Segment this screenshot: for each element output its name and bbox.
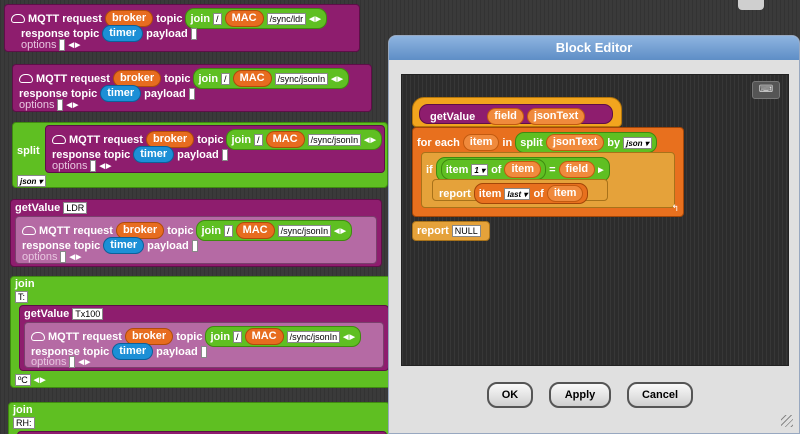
options-slot[interactable] [59, 39, 66, 51]
arrows-icon[interactable]: ◀▶ [34, 376, 47, 384]
prototype-hat-block[interactable]: getValue field jsonText [412, 97, 622, 127]
json-dropdown[interactable]: json ▾ [17, 175, 46, 187]
split-reporter[interactable]: split jsonText by json ▾ [515, 132, 657, 153]
payload-slot[interactable] [190, 27, 197, 40]
mac-var[interactable]: MAC [224, 10, 264, 27]
item-of-reporter[interactable]: item 1 ▾ of item [440, 159, 547, 180]
report-last-block[interactable]: report item last ▾ of item [432, 179, 608, 204]
getvalue-tx100-block[interactable]: getValue Tx100 MQTT request broker topic… [19, 305, 389, 371]
tx100-slot[interactable]: Tx100 [72, 308, 104, 320]
getvalue-prototype[interactable]: getValue field jsonText [419, 104, 613, 125]
arrows-icon[interactable]: ◀▶ [343, 333, 356, 341]
undo-icon[interactable] [738, 0, 764, 10]
jsontext-param[interactable]: jsonText [526, 108, 586, 125]
if-block[interactable]: if item 1 ▾ of item = field ▶ report ite… [421, 152, 675, 208]
mqtt-request-block-5[interactable]: MQTT request broker topic join / MAC /sy… [24, 322, 384, 368]
apply-button[interactable]: Apply [549, 382, 611, 408]
cloud-icon [22, 226, 36, 235]
index-dropdown[interactable]: 1 ▾ [471, 163, 489, 176]
keyboard-icon[interactable]: ⌨ [752, 81, 780, 99]
rh-slot[interactable]: RH: [13, 417, 35, 429]
item-var[interactable]: item [462, 134, 500, 151]
arrows-icon[interactable]: ◀▶ [309, 15, 322, 23]
mqtt-request-block-3[interactable]: MQTT request broker topic join / MAC /sy… [45, 125, 385, 173]
mqtt-request-block-4[interactable]: MQTT request broker topic join / MAC /sy… [15, 216, 377, 264]
item-last-reporter[interactable]: item last ▾ of item [473, 183, 589, 204]
last-dropdown[interactable]: last ▾ [504, 187, 531, 200]
arrows-icon[interactable]: ◀▶ [69, 253, 82, 261]
topic-path-slot[interactable]: /sync/ldr [266, 12, 307, 25]
arrow-right-icon[interactable]: ▶ [598, 166, 604, 174]
mqtt-request-block-2[interactable]: MQTT request broker topic join / MAC /sy… [12, 64, 372, 112]
arrows-icon[interactable]: ◀▶ [66, 101, 79, 109]
celsius-slot[interactable]: ºC [15, 374, 31, 386]
dialog-title[interactable]: Block Editor [389, 36, 799, 60]
cloud-icon [19, 74, 33, 83]
join-block[interactable]: join / MAC /sync/ldr ◀▶ [185, 8, 327, 29]
arrows-icon[interactable]: ◀▶ [364, 136, 377, 144]
null-slot[interactable]: NULL [451, 225, 481, 237]
join-block[interactable]: join / MAC /sync/jsonIn ◀▶ [205, 326, 361, 347]
mqtt-request-block-1[interactable]: MQTT request broker topic join / MAC /sy… [4, 4, 360, 52]
cloud-icon [11, 14, 25, 23]
mqtt-label: MQTT request [28, 12, 102, 25]
block-editor-dialog[interactable]: Block Editor ⌨ getValue field jsonText f… [388, 35, 800, 434]
loop-arrow-icon: ↰ [671, 203, 679, 213]
getvalue-block[interactable]: getValue LDR MQTT request broker topic j… [10, 199, 382, 267]
timer-var[interactable]: timer [102, 25, 144, 42]
split-block[interactable]: split MQTT request broker topic join / M… [12, 122, 388, 188]
field-param[interactable]: field [487, 108, 524, 125]
editor-canvas[interactable]: ⌨ getValue field jsonText for each item … [401, 74, 789, 366]
ok-button[interactable]: OK [487, 382, 533, 408]
join-temperature-block[interactable]: join T: getValue Tx100 MQTT request brok… [10, 276, 392, 388]
cloud-icon [52, 135, 66, 144]
for-each-block[interactable]: for each item in split jsonText by json … [412, 127, 684, 217]
join-block[interactable]: join / MAC /sync/jsonIn ◀▶ [226, 129, 382, 150]
arrows-icon[interactable]: ◀▶ [331, 75, 344, 83]
cancel-button[interactable]: Cancel [627, 382, 693, 408]
topic-label: topic [156, 12, 183, 25]
ldr-slot[interactable]: LDR [63, 202, 88, 214]
split-by-dropdown[interactable]: json ▾ [623, 136, 652, 149]
join-block[interactable]: join / MAC /sync/jsonIn ◀▶ [196, 220, 352, 241]
cloud-icon [31, 332, 45, 341]
t-slot[interactable]: T: [15, 291, 29, 303]
resize-grip-icon[interactable] [781, 415, 793, 427]
arrows-icon[interactable]: ◀▶ [78, 358, 91, 366]
arrows-icon[interactable]: ◀▶ [68, 41, 81, 49]
arrows-icon[interactable]: ◀▶ [99, 162, 112, 170]
arrows-icon[interactable]: ◀▶ [334, 227, 347, 235]
report-null-block[interactable]: report NULL [412, 221, 490, 241]
join-humidity-block[interactable]: join RH: [8, 402, 390, 434]
join-block[interactable]: join / MAC /sync/jsonIn ◀▶ [193, 68, 349, 89]
